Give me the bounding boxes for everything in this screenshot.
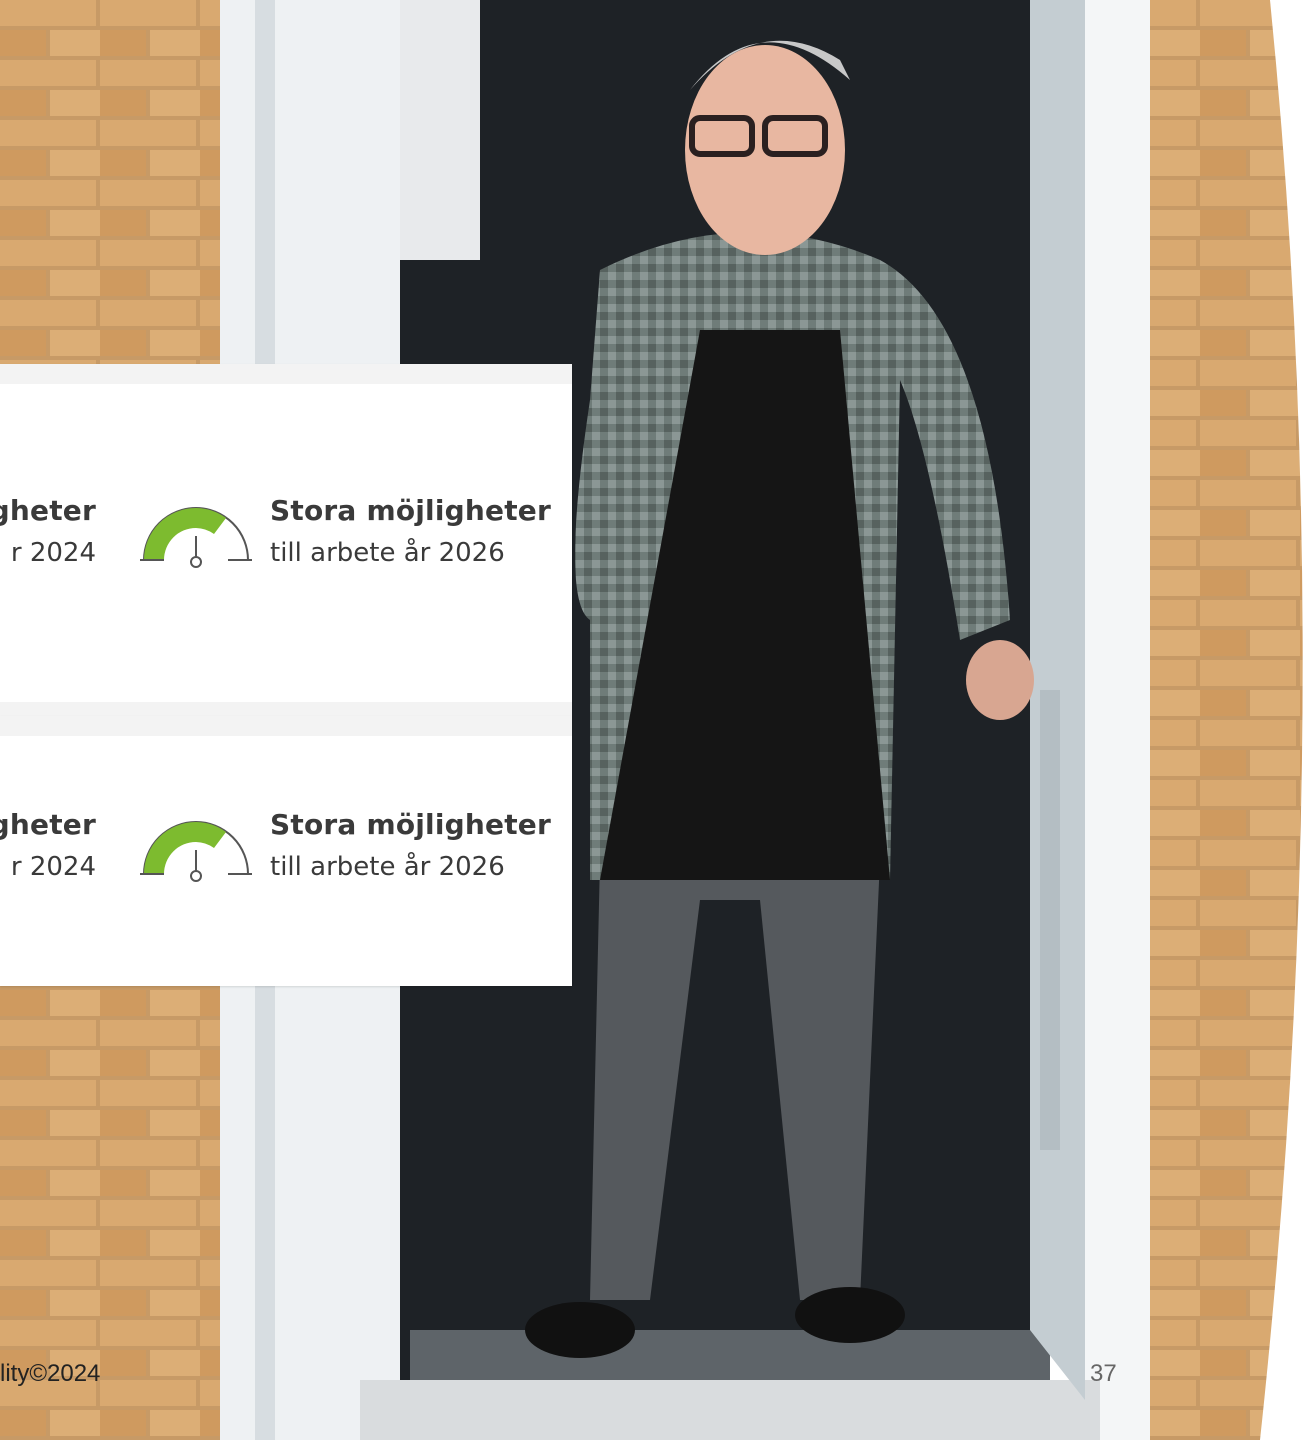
possibility-card: gheter r 2024 Stora möjligheter till arb…: [0, 716, 572, 986]
gauge-high-icon: [140, 821, 252, 882]
right-label-sub: till arbete år 2026: [270, 538, 505, 568]
gauge-high-icon: [140, 507, 252, 568]
left-label-strong: gheter: [0, 808, 96, 841]
card-top-band: [0, 364, 572, 384]
left-label-strong: gheter: [0, 494, 96, 527]
page-number: 37: [1090, 1360, 1117, 1387]
right-label-sub: till arbete år 2026: [270, 852, 505, 882]
right-label-strong: Stora möjligheter: [270, 494, 551, 527]
card-top-band: [0, 716, 572, 736]
copyright-text: lity©2024: [0, 1360, 101, 1387]
left-label-sub: r 2024: [10, 852, 96, 882]
card-bottom-band: [0, 702, 572, 716]
right-label-strong: Stora möjligheter: [270, 808, 551, 841]
possibility-card: gheter r 2024 Stora möjligheter till arb…: [0, 364, 572, 716]
left-label-sub: r 2024: [10, 538, 96, 568]
